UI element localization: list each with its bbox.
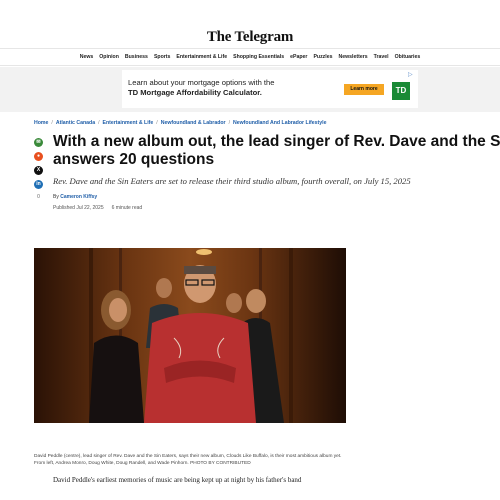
share-count: 0: [37, 194, 40, 200]
site-logo[interactable]: The Telegram: [0, 26, 500, 48]
nav-shopping[interactable]: Shopping Essentials: [233, 54, 284, 60]
nav-travel[interactable]: Travel: [374, 54, 389, 60]
nav-puzzles[interactable]: Puzzles: [313, 54, 332, 60]
email-icon[interactable]: ✉: [34, 138, 43, 147]
breadcrumb-entertainment[interactable]: Entertainment & Life: [103, 120, 154, 126]
ad-text: Learn about your mortgage options with t…: [128, 78, 338, 98]
td-logo: TD: [392, 82, 410, 100]
nav-obituaries[interactable]: Obituaries: [395, 54, 421, 60]
linkedin-icon[interactable]: in: [34, 180, 43, 189]
x-icon[interactable]: X: [34, 166, 43, 175]
breadcrumb-separator: /: [156, 120, 158, 126]
ad-band: Learn about your mortgage options with t…: [0, 67, 500, 112]
ad-line2: TD Mortgage Affordability Calculator.: [128, 88, 262, 97]
headline-line2: answers 20 questions: [53, 151, 215, 168]
reddit-icon[interactable]: ●: [34, 152, 43, 161]
share-bar: ✉ ● X in 0: [34, 138, 44, 200]
byline-prefix: By: [53, 194, 59, 200]
ad-line1: Learn about your mortgage options with t…: [128, 78, 275, 87]
nav-business[interactable]: Business: [125, 54, 148, 60]
breadcrumb-atlantic-canada[interactable]: Atlantic Canada: [56, 120, 95, 126]
ad-choices-icon[interactable]: ▷: [408, 71, 413, 78]
ad-learn-more-button[interactable]: Learn more: [344, 84, 384, 95]
td-ad[interactable]: Learn about your mortgage options with t…: [122, 70, 418, 108]
nav-entertainment[interactable]: Entertainment & Life: [176, 54, 227, 60]
breadcrumb-separator: /: [51, 120, 53, 126]
breadcrumb-nl[interactable]: Newfoundland & Labrador: [161, 120, 226, 126]
breadcrumb: Home / Atlantic Canada / Entertainment & L…: [34, 120, 327, 126]
nav-newsletters[interactable]: Newsletters: [338, 54, 367, 60]
breadcrumb-separator: /: [228, 120, 231, 126]
dateline: Published Jul 22, 2025 6 minute read: [53, 205, 142, 211]
nav-epaper[interactable]: ePaper: [290, 54, 307, 60]
nav-opinion[interactable]: Opinion: [99, 54, 119, 60]
read-time: 6 minute read: [111, 205, 143, 211]
photo-caption: David Peddle (centre), lead singer of Re…: [34, 454, 342, 466]
breadcrumb-home[interactable]: Home: [34, 120, 48, 126]
nav-news[interactable]: News: [80, 54, 94, 60]
article-photo[interactable]: [34, 248, 346, 423]
masthead: The Telegram: [0, 26, 500, 48]
article-body-first-line: David Peddle's earliest memories of musi…: [53, 476, 302, 484]
headline-line1: With a new album out, the lead singer of…: [53, 133, 500, 150]
nav-sports[interactable]: Sports: [154, 54, 170, 60]
byline: By Cameron Kiffsy: [53, 194, 97, 200]
band-photo-image: [34, 248, 346, 423]
author-link[interactable]: Cameron Kiffsy: [60, 194, 97, 200]
breadcrumb-separator: /: [98, 120, 100, 126]
main-nav: News Opinion Business Sports Entertainme…: [0, 48, 500, 66]
article-deck: Rev. Dave and the Sin Eaters are set to …: [53, 176, 411, 186]
article-headline: With a new album out, the lead singer of…: [53, 133, 500, 169]
breadcrumb-nl-lifestyle[interactable]: Newfoundland And Labrador Lifestyle: [233, 120, 326, 126]
published-date: Published Jul 22, 2025: [53, 205, 104, 211]
